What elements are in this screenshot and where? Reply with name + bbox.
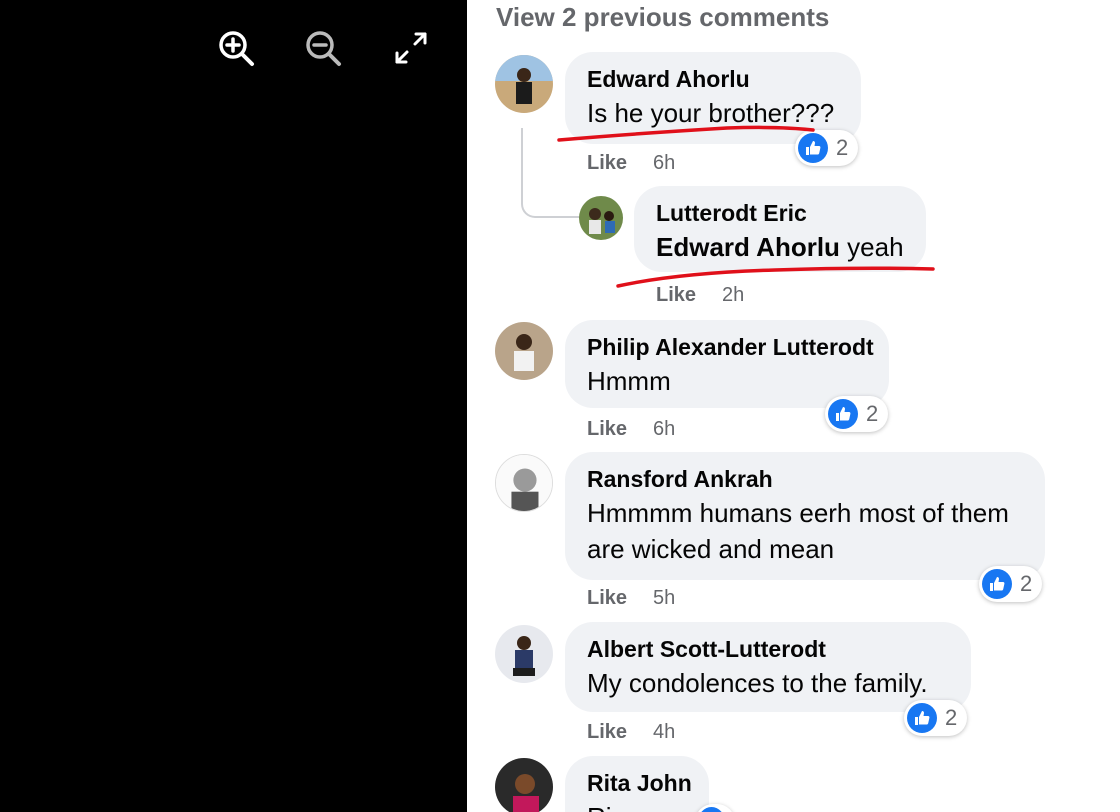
comment-bubble: Ransford Ankrah Hmmmm humans eerh most o… bbox=[565, 452, 1045, 580]
thumbs-up-icon bbox=[798, 133, 828, 163]
photo-viewer bbox=[0, 0, 467, 812]
comment-text: Is he your brother??? bbox=[587, 98, 835, 128]
reaction-count: 2 bbox=[945, 705, 958, 730]
comment-text: Rip bbox=[587, 799, 687, 812]
comment-meta: Like 6h bbox=[587, 418, 675, 441]
avatar-photo bbox=[495, 55, 553, 113]
avatar-photo bbox=[579, 196, 623, 240]
avatar[interactable] bbox=[495, 758, 553, 812]
comment-meta: Like 2h bbox=[656, 284, 744, 307]
avatar[interactable] bbox=[579, 196, 623, 240]
thumbs-up-icon bbox=[698, 807, 725, 812]
zoom-out-icon bbox=[306, 31, 341, 66]
comment-text: Hmmm bbox=[587, 366, 671, 396]
avatar[interactable] bbox=[495, 454, 553, 512]
avatar-photo bbox=[496, 455, 552, 511]
comment-author[interactable]: Ransford Ankrah bbox=[587, 466, 1023, 493]
comment-text: My condolences to the family. bbox=[587, 668, 928, 698]
zoom-out-button[interactable] bbox=[303, 28, 343, 68]
comment-bubble: Rita John Rip bbox=[565, 756, 709, 812]
comment-author[interactable]: Albert Scott-Lutterodt bbox=[587, 636, 949, 663]
reaction-badge[interactable]: 2 bbox=[825, 396, 889, 432]
reaction-count: 2 bbox=[1020, 571, 1033, 596]
avatar-photo bbox=[495, 625, 553, 683]
reply-thread-line bbox=[521, 128, 581, 218]
comment-time[interactable]: 4h bbox=[653, 721, 675, 743]
comment-time[interactable]: 6h bbox=[653, 418, 675, 440]
zoom-in-icon bbox=[219, 31, 254, 66]
comment-author[interactable]: Edward Ahorlu bbox=[587, 66, 839, 93]
avatar[interactable] bbox=[495, 55, 553, 113]
view-previous-comments-link[interactable]: View 2 previous comments bbox=[496, 2, 829, 33]
reaction-count: 2 bbox=[836, 135, 849, 160]
comments-panel: View 2 previous comments Edward Ahorlu I… bbox=[467, 0, 1120, 812]
comment-bubble: Albert Scott-Lutterodt My condolences to… bbox=[565, 622, 971, 712]
avatar-photo bbox=[495, 758, 553, 812]
comment-bubble: Philip Alexander Lutterodt Hmmm bbox=[565, 320, 889, 408]
comment-meta: Like 6h bbox=[587, 152, 675, 175]
like-button[interactable]: Like bbox=[587, 418, 627, 440]
zoom-in-button[interactable] bbox=[216, 28, 256, 68]
reaction-count: 2 bbox=[866, 401, 879, 426]
reaction-badge[interactable]: 2 bbox=[979, 566, 1043, 602]
reply-bubble: Lutterodt Eric Edward Ahorlu yeah bbox=[634, 186, 926, 272]
expand-icon bbox=[395, 32, 427, 64]
comment-meta: Like 5h bbox=[587, 587, 675, 610]
like-button[interactable]: Like bbox=[587, 152, 627, 174]
like-button[interactable]: Like bbox=[587, 721, 627, 743]
reply-text: yeah bbox=[839, 232, 904, 262]
comment-meta: Like 4h bbox=[587, 721, 675, 744]
comment-author[interactable]: Rita John bbox=[587, 770, 692, 797]
comment-author[interactable]: Lutterodt Eric bbox=[656, 200, 904, 227]
thumbs-up-icon bbox=[907, 703, 937, 733]
thumbs-up-icon bbox=[828, 399, 858, 429]
mention-tag[interactable]: Edward Ahorlu bbox=[656, 232, 840, 262]
fullscreen-button[interactable] bbox=[391, 28, 431, 68]
comment-text: Hmmmm humans eerh most of them are wicke… bbox=[587, 498, 1009, 564]
like-button[interactable]: Like bbox=[656, 284, 696, 306]
comment-time[interactable]: 5h bbox=[653, 587, 675, 609]
avatar[interactable] bbox=[495, 625, 553, 683]
comment-time[interactable]: 6h bbox=[653, 152, 675, 174]
avatar[interactable] bbox=[495, 322, 553, 380]
comment-author[interactable]: Philip Alexander Lutterodt bbox=[587, 334, 874, 361]
reaction-badge[interactable]: 2 bbox=[904, 700, 968, 736]
comment-text: Edward Ahorlu yeah bbox=[656, 229, 904, 265]
like-button[interactable]: Like bbox=[587, 587, 627, 609]
reaction-badge[interactable]: 2 bbox=[795, 130, 859, 166]
avatar-photo bbox=[495, 322, 553, 380]
comment-time[interactable]: 2h bbox=[722, 284, 744, 306]
thumbs-up-icon bbox=[982, 569, 1012, 599]
